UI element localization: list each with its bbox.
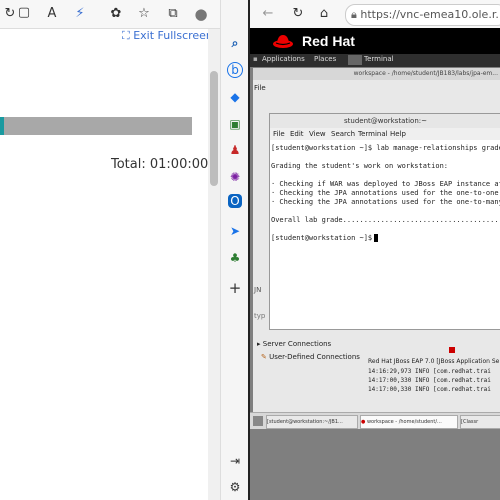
terminal-menubar: File Edit View Search Terminal Help xyxy=(270,128,500,140)
terminal-window: student@workstation:~ File Edit View Sea… xyxy=(269,113,500,330)
terminal-line: · Checking the JPA annotations used for … xyxy=(271,198,500,206)
terminal-menu-search[interactable]: Search xyxy=(331,128,355,140)
terminal-menu-help[interactable]: Help xyxy=(390,128,406,140)
terminal-line: Grading the student's work on workstatio… xyxy=(271,162,449,170)
shopping-tag-icon[interactable]: ◆ xyxy=(226,88,244,106)
sidebar-collapse-icon[interactable]: ⇥ xyxy=(226,452,244,470)
address-bar-url: https://vnc-emea10.ole.r... xyxy=(360,8,500,21)
eclipse-file-menu[interactable]: File xyxy=(254,84,266,92)
terminal-menu-edit[interactable]: Edit xyxy=(290,128,304,140)
terminal-output[interactable]: [student@workstation ~]$ lab manage-rela… xyxy=(270,142,500,329)
search-icon[interactable]: ⌕ xyxy=(226,34,244,52)
gnome-menubar: ▪ Applications Places Terminal xyxy=(250,54,500,67)
page-icon: ▢ xyxy=(17,5,31,20)
collections-icon[interactable]: ⧉ xyxy=(165,6,181,22)
stop-icon[interactable] xyxy=(449,347,455,353)
filter-input[interactable]: typ xyxy=(254,312,265,320)
edge-sidebar: ⌕ b ◆ ▣ ♟ ✺ O ➤ ♣ + ⇥ ⚙ xyxy=(220,0,249,500)
gnome-taskbar: [student@workstation:~/JB1... ● workspac… xyxy=(250,412,500,429)
terminal-menu-file[interactable]: File xyxy=(273,128,285,140)
applications-menu[interactable]: Applications xyxy=(262,55,305,63)
terminal-menu-terminal[interactable]: Terminal xyxy=(358,128,388,140)
taskbar-item-terminal[interactable]: [student@workstation:~/JB1... xyxy=(266,415,358,429)
tools-icon[interactable]: ▣ xyxy=(226,115,244,133)
eclipse-title-bar: workspace - /home/student/JB183/labs/jpa… xyxy=(253,68,500,80)
exit-fullscreen-label: Exit Fullscreen xyxy=(133,29,213,42)
right-browser-toolbar: ← ↻ ⌂ 🔒︎ https://vnc-emea10.ole.r... xyxy=(250,0,500,29)
send-icon[interactable]: ➤ xyxy=(226,222,244,240)
tree-icon[interactable]: ♣ xyxy=(226,249,244,267)
home-icon[interactable]: ⌂ xyxy=(316,6,332,22)
terminal-prompt: [student@workstation ~]$ xyxy=(271,234,373,242)
total-time-label: Total: 01:00:00 xyxy=(111,157,209,172)
eclipse-title-text: workspace - /home/student/JB183/labs/jpa… xyxy=(353,70,498,77)
bing-icon[interactable]: b xyxy=(227,62,243,78)
extension-icon[interactable]: ⚡ xyxy=(72,6,88,22)
settings-gear-icon[interactable]: ⚙ xyxy=(226,478,244,496)
lock-icon: 🔒︎ xyxy=(351,8,357,21)
exit-fullscreen-link[interactable]: ⛶ Exit Fullscreen xyxy=(122,29,213,43)
server-connections-label: Server Connections xyxy=(262,340,332,348)
favorites-icon[interactable]: ☆ xyxy=(136,6,152,22)
redhat-brand-text: Red Hat xyxy=(302,33,355,49)
scrollbar-thumb[interactable] xyxy=(210,71,218,186)
user-defined-connections-item[interactable]: ✎ User-Defined Connections xyxy=(261,353,360,361)
places-menu[interactable]: Places xyxy=(314,55,336,63)
copilot-icon[interactable]: ✺ xyxy=(226,168,244,186)
taskbar-item-classroom[interactable]: [Classr xyxy=(460,415,500,429)
server-connections-item[interactable]: ▸ Server Connections xyxy=(257,340,331,348)
console-line: 14:17:00,330 INFO [com.redhat.trai xyxy=(368,377,491,384)
profile-avatar[interactable]: ● xyxy=(193,6,209,22)
back-icon[interactable]: ← xyxy=(260,6,276,22)
add-icon[interactable]: + xyxy=(226,279,244,297)
games-icon[interactable]: ♟ xyxy=(226,141,244,159)
reload-icon[interactable]: ↻ xyxy=(290,6,306,22)
exit-fullscreen-icon: ⛶ xyxy=(122,29,134,42)
redhat-banner: Red Hat xyxy=(250,28,500,54)
console-line: 14:17:00,330 INFO [com.redhat.trai xyxy=(368,386,491,393)
terminal-title-bar: student@workstation:~ xyxy=(270,114,500,128)
progress-fill xyxy=(0,117,4,135)
left-scrollbar[interactable] xyxy=(208,29,220,500)
terminal-menu-view[interactable]: View xyxy=(309,128,326,140)
terminal-line: · Checking if WAR was deployed to JBoss … xyxy=(271,180,500,188)
terminal-app-icon xyxy=(348,55,362,65)
left-browser-toolbar: ↻ ▢ A ⚡ ✿ ☆ ⧉ ● ⋯ 0 xyxy=(0,0,248,29)
console-line: 14:16:29,973 INFO [com.redhat.trai xyxy=(368,368,491,375)
taskbar-item-workspace-label: workspace - /home/student/... xyxy=(366,419,442,425)
progress-bar xyxy=(0,117,192,135)
vnc-desktop: Red Hat ▪ Applications Places Terminal w… xyxy=(250,28,500,500)
puzzle-extensions-icon[interactable]: ✿ xyxy=(108,6,124,22)
redhat-logo-icon xyxy=(273,35,293,48)
read-aloud-icon[interactable]: A xyxy=(44,6,60,22)
console-header: Red Hat JBoss EAP 7.0 [JBoss Application… xyxy=(368,358,500,365)
left-page-content: ⛶ Exit Fullscreen Total: 01:00:00 xyxy=(0,29,220,500)
terminal-line: Overall lab grade.......................… xyxy=(271,216,500,224)
terminal-menu[interactable]: Terminal xyxy=(364,55,394,63)
eclipse-window: workspace - /home/student/JB183/labs/jpa… xyxy=(253,68,500,413)
taskbar-item-workspace[interactable]: ● workspace - /home/student/... xyxy=(360,415,458,429)
jn-tab[interactable]: JN xyxy=(254,286,261,294)
applications-icon: ▪ xyxy=(253,55,258,63)
outlook-icon[interactable]: O xyxy=(228,194,242,208)
connection-icon: ✎ xyxy=(261,353,270,361)
user-defined-connections-label: User-Defined Connections xyxy=(269,353,360,361)
terminal-line: [student@workstation ~]$ lab manage-rela… xyxy=(271,144,500,152)
show-desktop-icon[interactable] xyxy=(253,416,263,426)
terminal-line: · Checking the JPA annotations used for … xyxy=(271,189,499,197)
address-bar[interactable]: 🔒︎ https://vnc-emea10.ole.r... xyxy=(345,4,500,26)
terminal-cursor xyxy=(374,234,378,242)
